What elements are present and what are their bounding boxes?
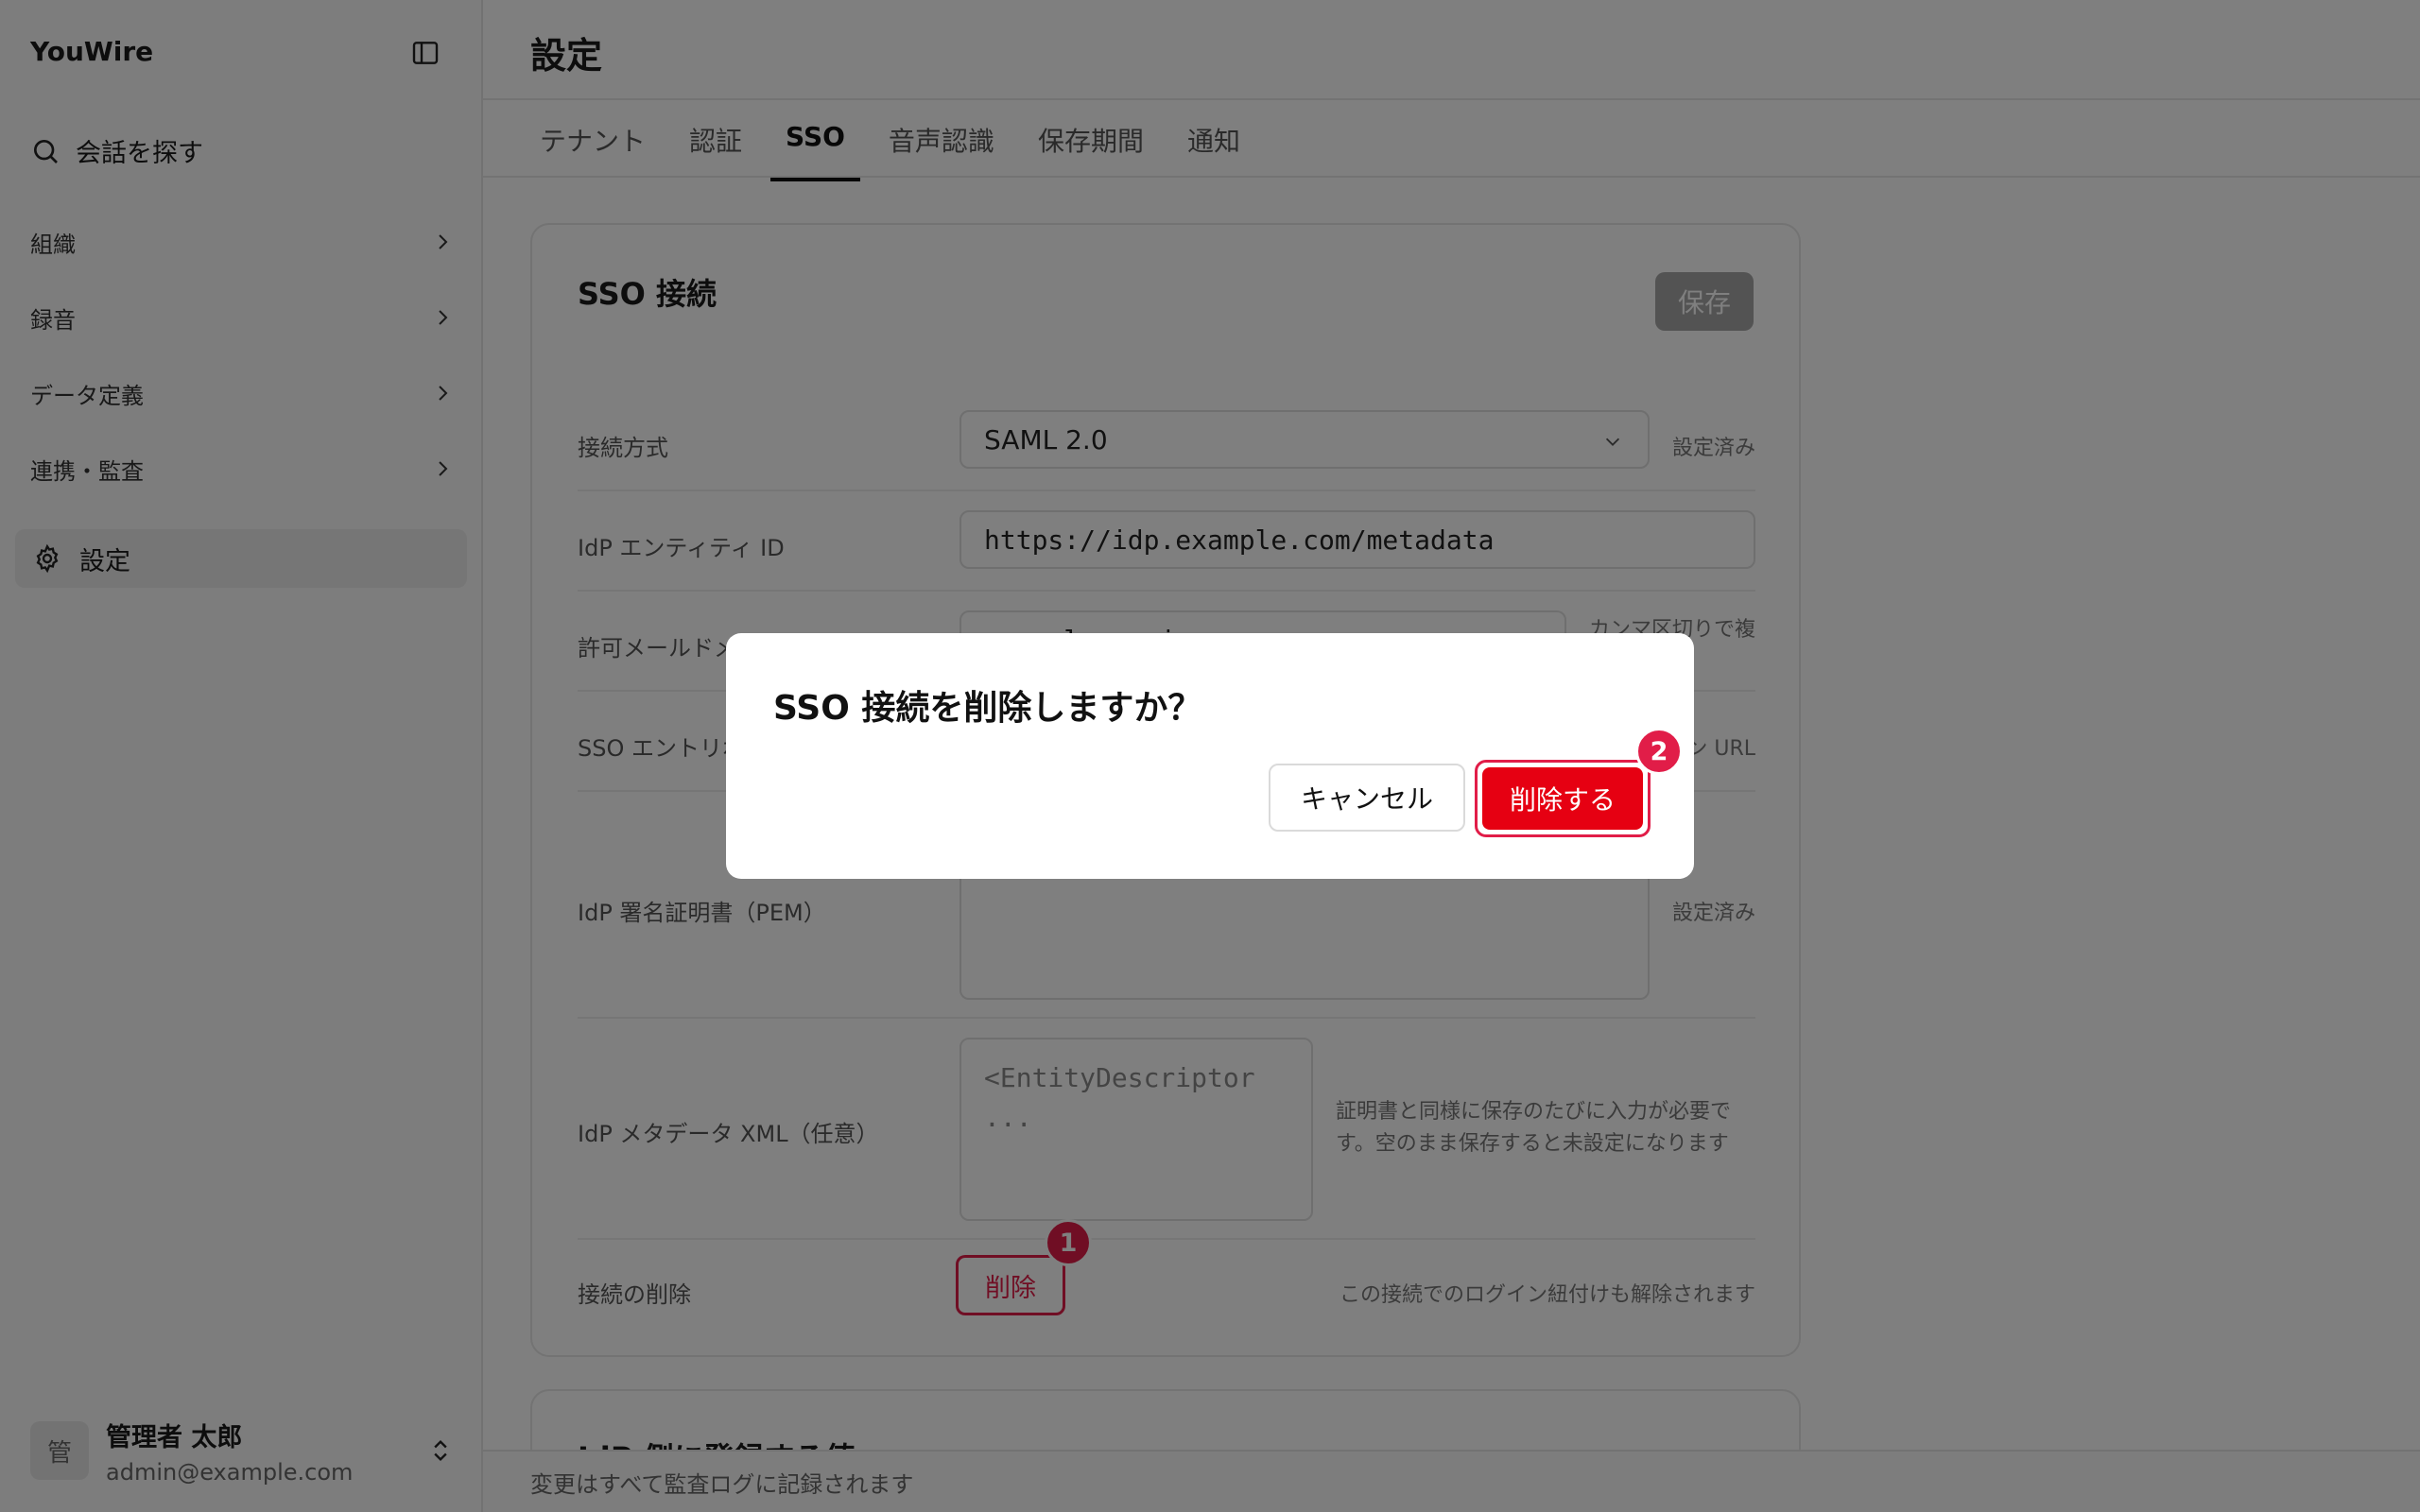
dialog-title: SSO 接続を削除しますか？: [773, 689, 1202, 728]
confirm-highlight: 削除する: [1475, 760, 1651, 837]
confirm-delete-button[interactable]: 削除する: [1482, 767, 1643, 830]
cancel-button[interactable]: キャンセル: [1269, 764, 1465, 832]
delete-confirm-dialog: SSO 接続を削除しますか？ キャンセル 削除する 2: [726, 633, 1694, 879]
step-badge-2: 2: [1635, 728, 1683, 775]
